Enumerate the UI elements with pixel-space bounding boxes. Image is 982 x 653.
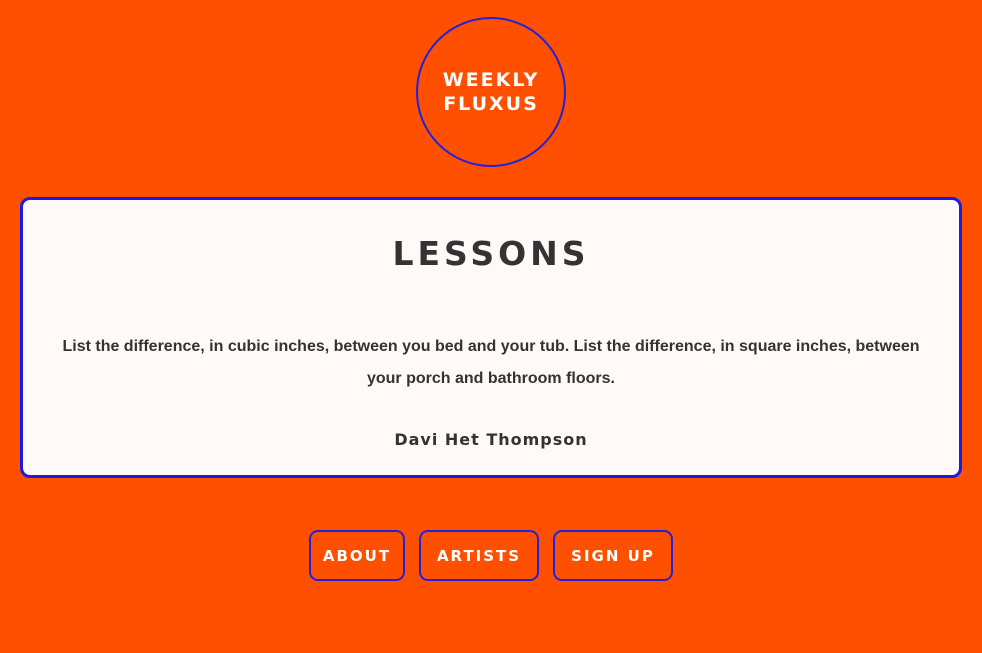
lesson-title: LESSONS xyxy=(392,234,590,273)
footer-nav: ABOUT ARTISTS SIGN UP xyxy=(0,530,982,581)
lesson-text: List the difference, in cubic inches, be… xyxy=(62,338,920,387)
about-button[interactable]: ABOUT xyxy=(309,530,405,581)
artists-button[interactable]: ARTISTS xyxy=(419,530,539,581)
logo-line-2: FLUXUS xyxy=(443,93,539,115)
lesson-card: LESSONS List the difference, in cubic in… xyxy=(20,197,962,478)
sign-up-button[interactable]: SIGN UP xyxy=(553,530,673,581)
logo-line-1: WEEKLY xyxy=(442,69,540,91)
lesson-author: Davi Het Thompson xyxy=(394,430,588,449)
site-logo[interactable]: WEEKLY FLUXUS xyxy=(416,17,566,167)
